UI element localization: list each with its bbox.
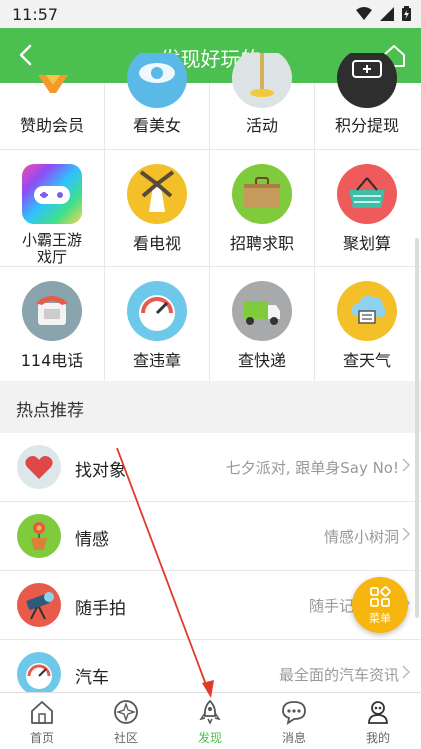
tab-profile[interactable]: 我的 [336, 693, 420, 749]
profile-icon [368, 701, 388, 724]
tab-label: 我的 [365, 731, 390, 745]
gamepad-icon [22, 164, 82, 224]
grid-item-label: 查违章 [132, 351, 181, 370]
grid-item-express[interactable]: 查快递 [210, 267, 315, 383]
section-header: 热点推荐 [0, 381, 421, 433]
grid-item-phone[interactable]: 114电话 [0, 267, 105, 383]
tab-label: 首页 [29, 731, 54, 745]
truck-icon [232, 281, 292, 341]
list-item-dating[interactable]: 找对象 七夕派对, 跟单身Say No! [0, 433, 421, 502]
grid-item-sponsor[interactable]: 赞助会员 [0, 75, 105, 149]
camera-icon [127, 53, 187, 108]
grid-item-jobs[interactable]: 招聘求职 [210, 150, 315, 266]
grid-item-violation[interactable]: 查违章 [105, 267, 210, 383]
tab-community[interactable]: 社区 [84, 693, 168, 749]
section-title: 热点推荐 [16, 401, 84, 421]
grid-item-label: 查快递 [237, 351, 286, 370]
grid-row: 114电话 查违章 查快递 查天气 [0, 267, 421, 384]
windmill-icon [127, 164, 187, 224]
grid-item-deals[interactable]: 聚划算 [315, 150, 419, 266]
grid-item-label: 小霸王游 戏厅 [21, 231, 82, 266]
grid-item-label: 查天气 [342, 351, 391, 370]
grid-item-label: 114电话 [20, 351, 84, 370]
list-item-subtitle: 七夕派对, 跟单身Say No! [225, 459, 399, 477]
recommendation-list: 找对象 七夕派对, 跟单身Say No! 情感 情感小树洞 随手拍 随手记录生活… [0, 433, 421, 709]
vip-badge-icon [38, 75, 68, 93]
grid-item-activity[interactable]: 活动 [210, 53, 315, 149]
cloud-icon [337, 281, 397, 341]
tab-messages[interactable]: 消息 [252, 693, 336, 749]
grid-item-label: 赞助会员 [19, 116, 84, 135]
list-item-emotion[interactable]: 情感 情感小树洞 [0, 502, 421, 571]
grid-item-label: 积分提现 [334, 116, 399, 135]
chat-icon [282, 701, 306, 725]
chevron-right-icon [402, 458, 411, 472]
fab-label: 菜单 [369, 612, 391, 625]
list-item-label: 随手拍 [75, 599, 126, 619]
grid-row: 小霸王游 戏厅 看电视 招聘求职 聚划算 [0, 150, 421, 267]
home-icon [31, 701, 53, 724]
status-bar: 11:57 [0, 0, 421, 28]
chevron-right-icon [402, 527, 411, 541]
scrollbar[interactable] [415, 238, 419, 618]
grid-item-label: 聚划算 [342, 234, 391, 253]
gauge-icon [17, 652, 61, 696]
grid-item-points[interactable]: 积分提现 [315, 53, 419, 149]
tab-label: 消息 [281, 731, 306, 745]
signal-icon [380, 6, 394, 21]
status-time: 11:57 [12, 5, 59, 24]
battery-icon [402, 6, 411, 21]
menu-fab-button[interactable]: 菜单 [352, 577, 408, 633]
compass-icon [114, 700, 138, 724]
tab-label: 发现 [197, 731, 222, 745]
list-item-label: 找对象 [75, 461, 126, 481]
rocket-icon [199, 699, 221, 725]
wallet-icon [337, 53, 397, 108]
grid-menu-icon [370, 586, 391, 607]
feature-grid: 赞助会员 看美女 活动 积分提现 小霸王游 戏厅 看电视 招聘求职 聚划算 11… [0, 53, 421, 384]
basket-icon [337, 164, 397, 224]
bottom-tab-bar: 首页 社区 发现 消息 我的 [0, 692, 421, 749]
briefcase-icon [232, 164, 292, 224]
tab-label: 社区 [113, 731, 138, 745]
grid-item-beauty[interactable]: 看美女 [105, 53, 210, 149]
tab-home[interactable]: 首页 [0, 693, 84, 749]
list-item-subtitle: 最全面的汽车资讯 [278, 666, 399, 684]
list-item-label: 情感 [75, 530, 109, 550]
speedometer-icon [127, 281, 187, 341]
telephone-icon [22, 281, 82, 341]
tab-discover[interactable]: 发现 [168, 693, 252, 749]
grid-item-game[interactable]: 小霸王游 戏厅 [0, 150, 105, 266]
grid-item-label: 看电视 [132, 234, 181, 253]
list-item-label: 汽车 [75, 668, 109, 688]
table-lamp-icon [232, 53, 292, 108]
flowerpot-icon [17, 514, 61, 558]
grid-item-weather[interactable]: 查天气 [315, 267, 419, 383]
chevron-right-icon [402, 665, 411, 679]
telescope-icon [17, 583, 61, 627]
list-item-subtitle: 情感小树洞 [323, 528, 399, 546]
heart-icon [17, 445, 61, 489]
wifi-icon [356, 6, 372, 20]
status-icons [356, 6, 411, 21]
grid-item-label: 活动 [245, 116, 278, 135]
grid-item-tv[interactable]: 看电视 [105, 150, 210, 266]
grid-row: 赞助会员 看美女 活动 积分提现 [0, 53, 421, 150]
grid-item-label: 看美女 [132, 116, 181, 135]
grid-item-label: 招聘求职 [229, 234, 294, 253]
